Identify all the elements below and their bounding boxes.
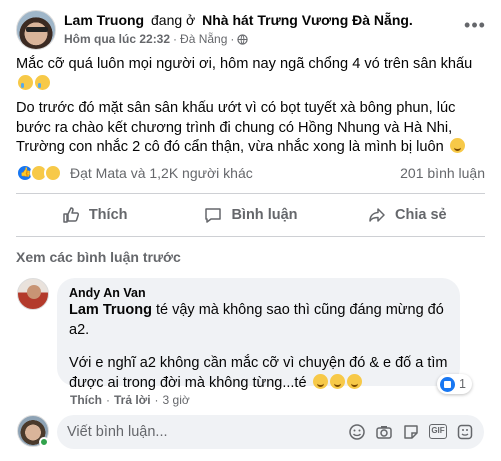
comment-meta: Thích · Trả lời · 3 giờ <box>70 393 190 407</box>
comment-time[interactable]: 3 giờ <box>163 393 190 407</box>
comment-reaction-count[interactable]: 1 <box>437 374 472 394</box>
at-text: đang ở <box>151 12 196 28</box>
comment-placeholder: Viết bình luận... <box>67 424 168 440</box>
meta-separator: · <box>154 393 159 407</box>
post-text-1: Mắc cỡ quá luôn mọi người ơi, hôm nay ng… <box>16 56 473 72</box>
author-name[interactable]: Lam Truong <box>64 12 144 28</box>
like-button[interactable]: Thích <box>16 198 172 232</box>
share-icon <box>369 208 385 222</box>
more-options-icon[interactable]: ••• <box>461 14 489 42</box>
comment-author[interactable]: Andy An Van <box>69 286 448 300</box>
comment-icon <box>205 208 222 223</box>
reactions-bar: Đạt Mata và 1,2K người khác 201 bình luậ… <box>16 161 485 185</box>
emoji-icon[interactable] <box>348 423 366 441</box>
meta-separator: · <box>173 32 178 46</box>
comment-line-2: Với e nghĩ a2 không cần mắc cỡ vì chuyện… <box>69 355 448 391</box>
sticker-pack-icon[interactable] <box>456 423 474 441</box>
comment-button[interactable]: Bình luận <box>172 198 328 232</box>
comment-input[interactable]: Viết bình luận... GIF <box>57 415 484 449</box>
post-meta: Hôm qua lúc 22:32 · Đà Nẵng · <box>64 32 249 46</box>
mention-link[interactable]: Lam Truong <box>69 302 152 318</box>
like-reaction-icon <box>440 376 456 392</box>
smile-emoji-icon <box>449 138 465 153</box>
author-avatar[interactable] <box>16 10 56 50</box>
like-label: Thích <box>88 207 128 223</box>
post-paragraph: Do trước đó mặt sân sân khấu ướt vì có b… <box>16 99 485 158</box>
divider <box>16 236 485 237</box>
comment-count[interactable]: 201 bình luận <box>400 165 485 181</box>
comment-bubble: Andy An Van Lam Truong té vậy mà không sa… <box>57 278 472 394</box>
post-header: Lam Truong đang ở Nhà hát Trưng Vương Đà… <box>16 10 489 52</box>
thumbs-up-icon <box>63 207 79 223</box>
post-title-line: Lam Truong đang ở Nhà hát Trưng Vương Đà… <box>64 12 413 28</box>
globe-icon[interactable] <box>237 33 249 45</box>
sticker-icon[interactable] <box>402 423 420 441</box>
meta-separator: · <box>106 393 110 407</box>
current-user-avatar[interactable] <box>17 415 49 447</box>
reaction-summary[interactable]: Đạt Mata và 1,2K người khác <box>70 165 253 181</box>
comment-label: Bình luận <box>231 207 298 223</box>
comment-reply-link[interactable]: Trả lời <box>114 393 151 407</box>
camera-icon[interactable] <box>375 423 393 441</box>
commenter-avatar[interactable] <box>17 278 49 310</box>
place-name[interactable]: Nhà hát Trưng Vương Đà Nẵng. <box>202 12 413 28</box>
post-time[interactable]: Hôm qua lúc 22:32 <box>64 32 170 46</box>
smile-emoji-icon <box>312 373 328 389</box>
view-previous-comments[interactable]: Xem các bình luận trước <box>16 249 181 265</box>
online-status-icon <box>39 437 49 447</box>
divider <box>16 193 485 194</box>
post-actions: Thích Bình luận Chia sẻ <box>16 198 485 232</box>
composer-tools: GIF <box>348 423 474 441</box>
gif-icon[interactable]: GIF <box>429 424 447 439</box>
crying-emoji-icon <box>35 74 50 90</box>
post-text-2: Do trước đó mặt sân sân khấu ướt vì có b… <box>16 100 456 155</box>
share-button[interactable]: Chia sẻ <box>329 198 485 232</box>
post-location: Đà Nẵng <box>180 32 228 46</box>
meta-separator: · <box>230 32 235 46</box>
crying-emoji-icon <box>18 74 33 90</box>
smile-emoji-icon <box>346 373 362 389</box>
smile-emoji-icon <box>329 373 345 389</box>
post-paragraph: Mắc cỡ quá luôn mọi người ơi, hôm nay ng… <box>16 55 485 94</box>
comment-like-link[interactable]: Thích <box>70 393 102 407</box>
comment-text: Lam Truong té vậy mà không sao thì cũng đ… <box>69 301 448 393</box>
reaction-icons[interactable] <box>16 164 62 182</box>
reaction-count: 1 <box>459 377 466 391</box>
share-label: Chia sẻ <box>395 207 447 223</box>
post-body: Mắc cỡ quá luôn mọi người ơi, hôm nay ng… <box>16 55 485 163</box>
care-reaction-icon <box>44 164 62 182</box>
